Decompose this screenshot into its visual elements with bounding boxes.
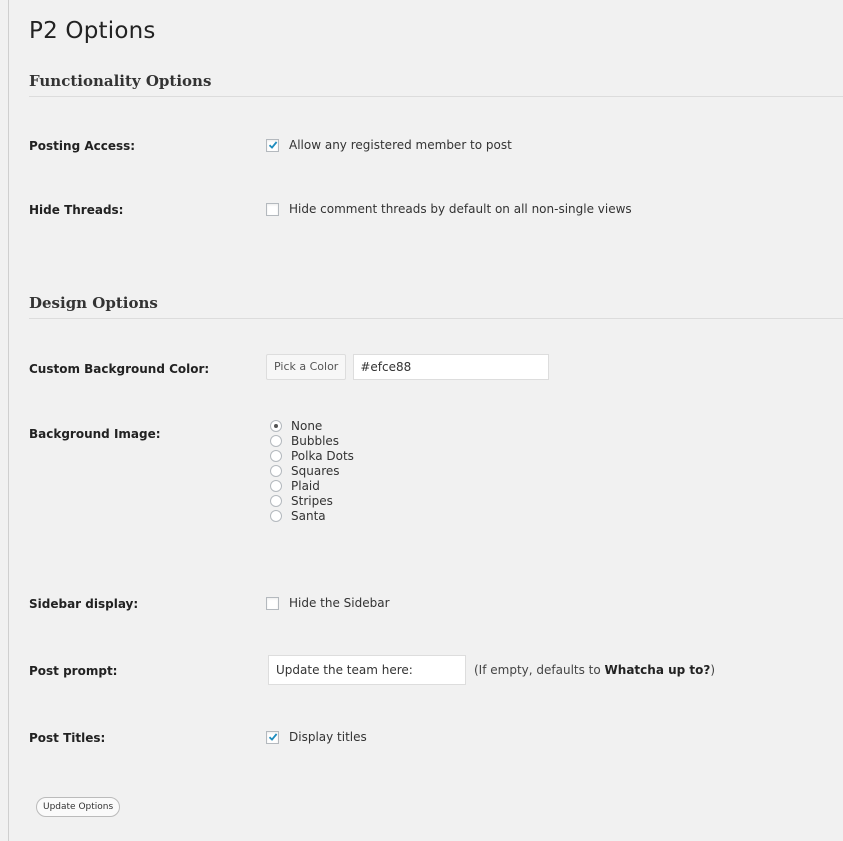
design-heading: Design Options — [29, 294, 158, 312]
display-titles-text: Display titles — [289, 730, 367, 744]
bg-image-radio-group: None Bubbles Polka Dots Squares Plaid St… — [270, 418, 354, 523]
section-divider — [29, 96, 843, 97]
bg-color-control: Pick a Color #efce88 — [266, 354, 550, 380]
radio-label: Bubbles — [291, 433, 340, 448]
posting-access-text: Allow any registered member to post — [289, 138, 512, 152]
posting-access-label: Posting Access: — [29, 139, 136, 153]
hide-sidebar-text: Hide the Sidebar — [289, 596, 390, 610]
post-prompt-input[interactable]: Update the team here: — [268, 655, 466, 685]
radio-button[interactable] — [270, 494, 282, 507]
radio-button[interactable] — [270, 434, 282, 447]
radio-label: Polka Dots — [291, 448, 354, 463]
hint-text: (If empty, defaults to — [474, 663, 605, 677]
radio-option-polka-dots[interactable]: Polka Dots — [270, 448, 354, 463]
radio-label: None — [291, 418, 323, 433]
radio-button[interactable] — [270, 479, 282, 492]
radio-option-santa[interactable]: Santa — [270, 508, 354, 523]
sidebar-control[interactable]: Hide the Sidebar — [266, 596, 390, 610]
section-divider — [29, 318, 843, 319]
radio-button[interactable] — [270, 464, 282, 477]
options-panel: P2 Options Functionality Options Posting… — [8, 0, 843, 841]
checkmark-icon — [268, 733, 277, 741]
post-prompt-hint: (If empty, defaults to Whatcha up to?) — [474, 663, 715, 677]
post-prompt-label: Post prompt: — [29, 664, 118, 678]
radio-option-bubbles[interactable]: Bubbles — [270, 433, 354, 448]
hide-threads-checkbox[interactable] — [266, 202, 279, 216]
radio-label: Stripes — [291, 493, 333, 508]
posting-access-control[interactable]: Allow any registered member to post — [266, 138, 512, 152]
post-titles-label: Post Titles: — [29, 731, 106, 745]
post-prompt-control: Update the team here: (If empty, default… — [268, 655, 715, 685]
checkmark-icon — [268, 141, 277, 149]
hide-sidebar-checkbox[interactable] — [266, 596, 279, 610]
hint-close: ) — [710, 663, 716, 677]
radio-button[interactable] — [270, 449, 282, 462]
radio-label: Squares — [291, 463, 340, 478]
radio-dot-icon — [274, 423, 278, 428]
pick-color-button[interactable]: Pick a Color — [266, 354, 347, 380]
hex-color-input[interactable]: #efce88 — [353, 354, 550, 380]
radio-option-squares[interactable]: Squares — [270, 463, 354, 478]
radio-button[interactable] — [270, 509, 282, 522]
radio-button[interactable] — [270, 419, 282, 432]
update-options-button[interactable]: Update Options — [36, 797, 121, 817]
radio-option-stripes[interactable]: Stripes — [270, 493, 354, 508]
posting-access-checkbox[interactable] — [266, 138, 279, 152]
functionality-heading: Functionality Options — [29, 72, 212, 90]
hide-threads-text: Hide comment threads by default on all n… — [289, 202, 632, 216]
hide-threads-control[interactable]: Hide comment threads by default on all n… — [266, 202, 632, 216]
page-title: P2 Options — [29, 18, 156, 44]
radio-option-plaid[interactable]: Plaid — [270, 478, 354, 493]
display-titles-checkbox[interactable] — [266, 730, 279, 744]
radio-label: Plaid — [291, 478, 320, 493]
sidebar-label: Sidebar display: — [29, 597, 139, 611]
post-titles-control[interactable]: Display titles — [266, 730, 367, 744]
bg-color-label: Custom Background Color: — [29, 362, 210, 376]
hide-threads-label: Hide Threads: — [29, 203, 124, 217]
radio-label: Santa — [291, 508, 326, 523]
bg-image-label: Background Image: — [29, 427, 161, 441]
hint-default-text: Whatcha up to? — [604, 663, 711, 677]
radio-option-none[interactable]: None — [270, 418, 354, 433]
